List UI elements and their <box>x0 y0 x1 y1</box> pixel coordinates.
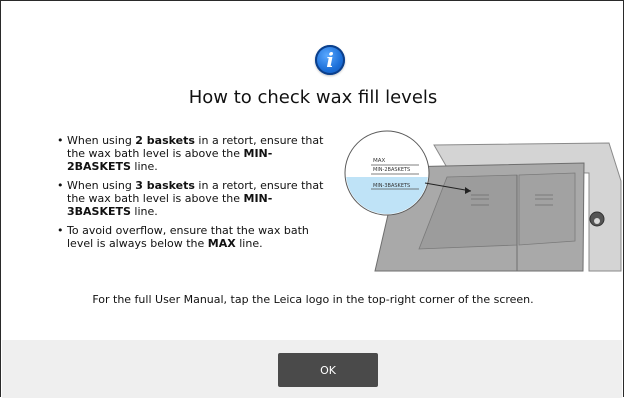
min2-line-label: MIN-2BASKETS <box>373 167 410 173</box>
instruction-text: line. <box>130 160 158 173</box>
wax-bath-illustration: MAX MIN-2BASKETS MIN-3BASKETS <box>344 130 622 272</box>
instruction-item: When using 2 baskets in a retort, ensure… <box>57 134 327 173</box>
instruction-text: When using <box>67 134 136 147</box>
button-bar: OK <box>2 340 622 398</box>
info-dialog: i How to check wax fill levels When usin… <box>0 0 624 398</box>
max-line-label: MAX <box>373 158 386 164</box>
ok-button[interactable]: OK <box>278 353 378 387</box>
wax-bath-inner-right <box>518 172 576 246</box>
instruction-text: To avoid overflow, ensure that the wax b… <box>67 224 309 250</box>
instruction-text: line. <box>235 237 263 250</box>
instruction-list: When using 2 baskets in a retort, ensure… <box>57 134 327 256</box>
dialog-title: How to check wax fill levels <box>188 87 438 108</box>
info-icon: i <box>315 45 345 75</box>
min3-line-label: MIN-3BASKETS <box>373 183 410 189</box>
instruction-item: To avoid overflow, ensure that the wax b… <box>57 224 327 250</box>
user-manual-hint: For the full User Manual, tap the Leica … <box>92 293 534 306</box>
instruction-text: line. <box>130 205 158 218</box>
instruction-emphasis: 2 baskets <box>135 134 195 147</box>
instruction-emphasis: MAX <box>207 237 236 250</box>
instruction-emphasis: 3 baskets <box>135 179 195 192</box>
instruction-item: When using 3 baskets in a retort, ensure… <box>57 179 327 218</box>
instruction-text: When using <box>67 179 136 192</box>
